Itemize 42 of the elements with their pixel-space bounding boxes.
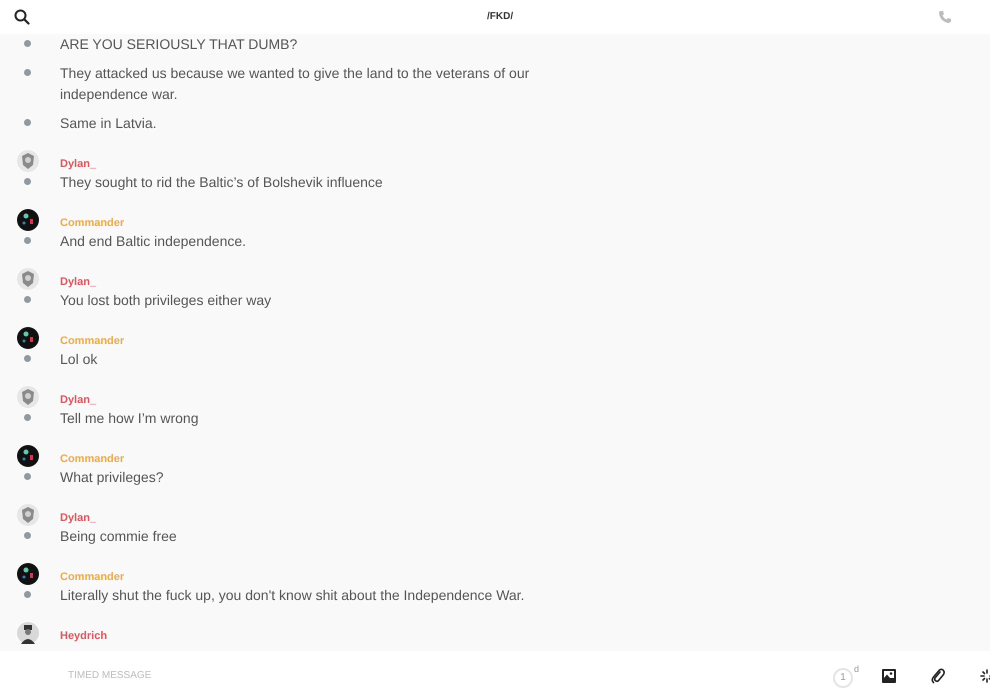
bullet-dot — [24, 40, 31, 47]
search-icon[interactable] — [14, 9, 30, 25]
message-text: They attacked us because we wanted to give the land to the veterans of our independence war. — [60, 64, 530, 104]
bullet-dot — [24, 119, 31, 126]
message-text: They sought to rid the Baltic’s of Bolshevik influence — [60, 173, 383, 192]
author-name[interactable]: Commander — [60, 570, 124, 584]
bullet-dot — [24, 237, 31, 244]
author-name[interactable]: Commander — [60, 334, 124, 348]
message-text: Same in Latvia. — [60, 114, 156, 133]
message-text: Literally shut the fuck up, you don't know shit about the Independence War. — [60, 586, 524, 605]
message-text: Being commie free — [60, 527, 177, 546]
author-name[interactable]: Dylan_ — [60, 511, 96, 525]
author-name[interactable]: Commander — [60, 216, 124, 230]
bullet-dot — [24, 532, 31, 539]
author-name[interactable]: Heydrich — [60, 629, 108, 643]
author-name[interactable]: Dylan_ — [60, 393, 96, 407]
message-text: Tell me how I’m wrong — [60, 409, 198, 428]
message-text: ARE YOU SERIOUSLY THAT DUMB? — [60, 35, 298, 54]
avatar[interactable] — [17, 563, 39, 585]
paperclip-icon[interactable] — [931, 668, 945, 684]
bullet-dot — [24, 591, 31, 598]
avatar[interactable] — [17, 327, 39, 349]
bullet-dot — [24, 69, 31, 76]
message-input[interactable]: TIMED MESSAGE — [66, 669, 370, 682]
message-text: You lost both privileges either way — [60, 291, 272, 310]
author-name[interactable]: Dylan_ — [60, 275, 96, 289]
bullet-dot — [24, 414, 31, 421]
message-text: And end Baltic independence. — [60, 232, 246, 251]
bullet-dot — [24, 178, 31, 185]
message-text: Lol ok — [60, 350, 98, 369]
bullet-dot — [24, 355, 31, 362]
avatar[interactable] — [17, 445, 39, 467]
author-name[interactable]: Commander — [60, 452, 124, 466]
channel-title: /FKD/ — [487, 11, 514, 22]
author-name[interactable]: Dylan_ — [60, 157, 96, 171]
message-text: What privileges? — [60, 468, 164, 487]
image-icon[interactable] — [882, 668, 896, 682]
bullet-dot — [24, 296, 31, 303]
avatar[interactable] — [17, 209, 39, 231]
avatar[interactable] — [17, 622, 39, 644]
sparkle-icon[interactable] — [980, 668, 990, 682]
bullet-dot — [24, 473, 31, 480]
